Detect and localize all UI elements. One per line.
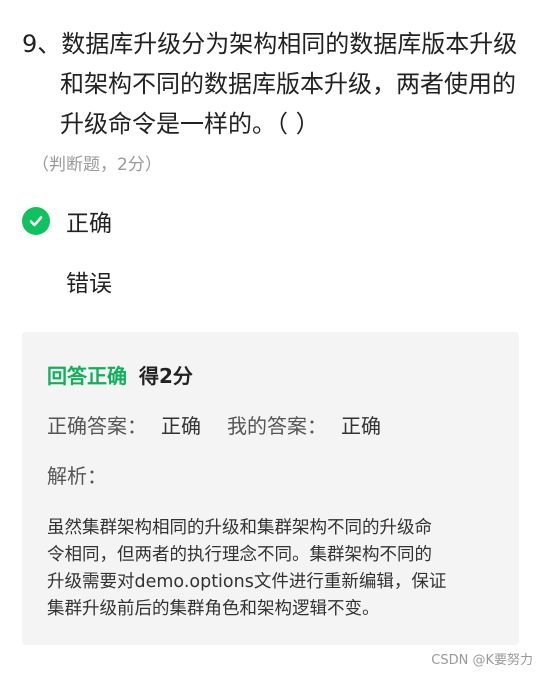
question-type-label: （判断题，2分） [32,155,162,175]
option-indicator-empty [22,267,50,295]
option-false[interactable]: 错误 [22,266,112,297]
option-true[interactable]: 正确 [22,206,112,237]
question-line: 升级命令是一样的。（ ） [60,110,320,138]
question-line: 和架构不同的数据库版本升级，两者使用的 [60,70,516,98]
result-header: 回答正确 得2分 [47,360,193,389]
option-label: 正确 [66,211,112,237]
analysis-line: 升级需要对demo.options文件进行重新编辑，保证 [47,572,447,592]
my-answer-label: 我的答案： [227,414,327,438]
question-line: 9、数据库升级分为架构相同的数据库版本升级 [22,30,518,58]
analysis-text: 虽然集群架构相同的升级和集群架构不同的升级命 令相同，但两者的执行理念不同。集群… [47,515,507,623]
analysis-line: 集群升级前后的集群角色和架构逻辑不变。 [47,599,380,619]
check-circle-icon [22,207,50,235]
answer-result-panel: 回答正确 得2分 正确答案： 正确 我的答案： 正确 解析： 虽然集群架构相同的升级和… [22,332,519,645]
correct-answer-label: 正确答案： [47,414,147,438]
analysis-line: 令相同，但两者的执行理念不同。集群架构不同的 [47,545,432,565]
my-answer-value: 正确 [341,414,381,438]
answers-row: 正确答案： 正确 我的答案： 正确 [47,410,381,439]
correct-answer-value: 正确 [161,414,201,438]
question-text: 9、数据库升级分为架构相同的数据库版本升级 和架构不同的数据库版本升级，两者使用… [22,24,527,144]
analysis-line: 虽然集群架构相同的升级和集群架构不同的升级命 [47,518,432,538]
result-status: 回答正确 [47,364,127,388]
watermark: CSDN @K要努力 [431,653,533,668]
analysis-label: 解析： [47,464,107,488]
result-score: 得2分 [139,364,193,388]
option-label: 错误 [66,271,112,297]
